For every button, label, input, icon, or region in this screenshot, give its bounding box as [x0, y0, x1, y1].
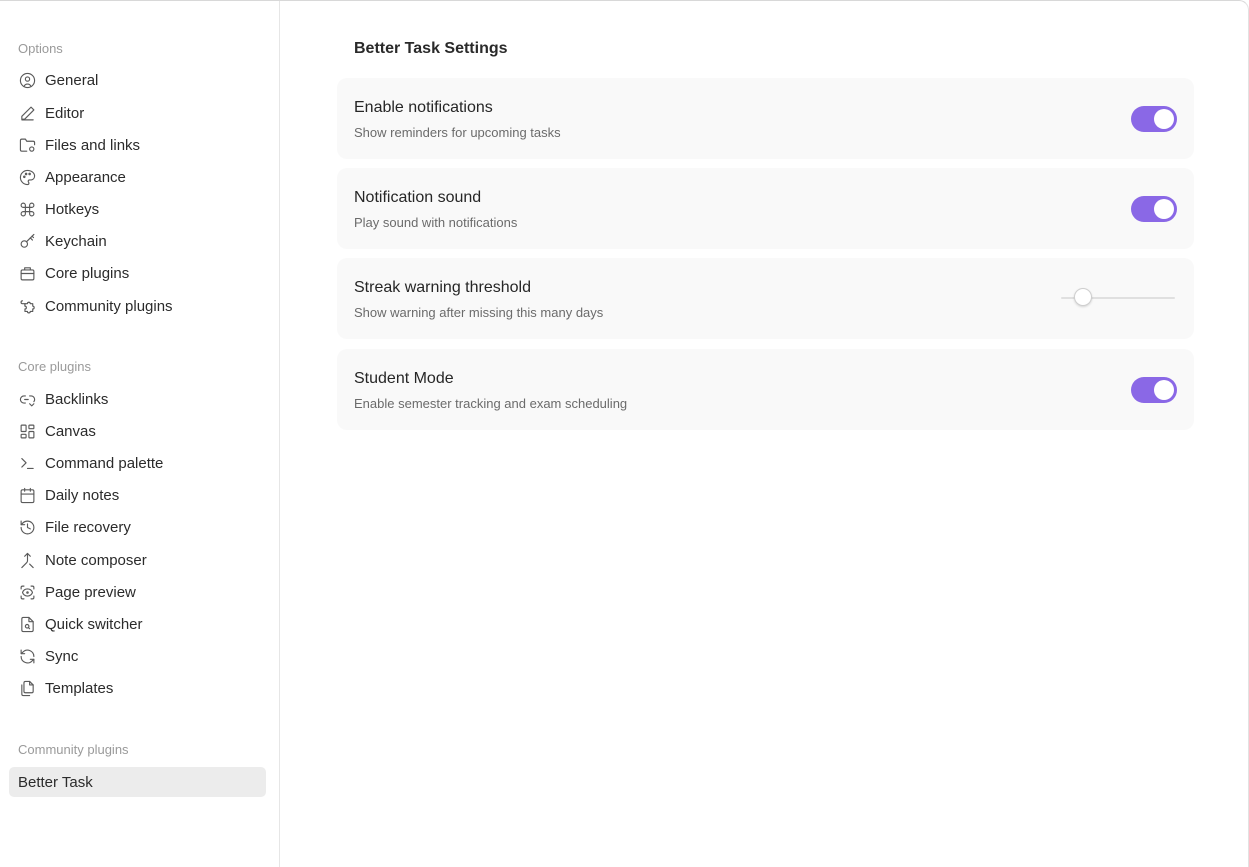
- sidebar-item-label: Editor: [45, 104, 85, 122]
- sidebar-item-label: Keychain: [45, 232, 107, 250]
- sidebar-item-command-palette[interactable]: Command palette: [9, 448, 266, 478]
- sidebar-item-label: Files and links: [45, 136, 141, 154]
- sidebar-item-backlinks[interactable]: Backlinks: [9, 384, 266, 414]
- sidebar-item-label: Better Task: [18, 773, 93, 791]
- sidebar-item-label: Sync: [45, 647, 79, 665]
- sidebar-item-page-preview[interactable]: Page preview: [9, 577, 266, 607]
- history-icon: [18, 518, 36, 536]
- setting-name: Streak warning threshold: [354, 279, 531, 296]
- setting-description: Play sound with notifications: [354, 215, 518, 230]
- community-plugins-section-title: Community plugins: [18, 742, 129, 757]
- sidebar-item-label: General: [45, 71, 99, 89]
- refresh-icon: [18, 647, 36, 665]
- key-icon: [18, 232, 36, 250]
- folder-cog-icon: [18, 136, 36, 154]
- sidebar-item-canvas[interactable]: Canvas: [9, 416, 266, 446]
- settings-content: Better Task Settings Enable notification…: [281, 1, 1248, 867]
- puzzle-icon: [18, 297, 36, 315]
- page-title: Better Task Settings: [354, 40, 508, 57]
- sidebar-item-label: Quick switcher: [45, 615, 143, 633]
- file-search-icon: [18, 615, 36, 633]
- sidebar-item-label: Templates: [45, 679, 114, 697]
- terminal-icon: [18, 454, 36, 472]
- sidebar-item-community-plugins[interactable]: Community plugins: [9, 291, 266, 321]
- streak-threshold-slider[interactable]: [1061, 288, 1175, 308]
- sidebar-item-daily-notes[interactable]: Daily notes: [9, 480, 266, 510]
- backlink-icon: [18, 390, 36, 408]
- sidebar-item-label: Command palette: [45, 454, 164, 472]
- settings-sidebar: Options General Editor Files and links A…: [0, 1, 280, 867]
- setting-name: Notification sound: [354, 189, 482, 206]
- setting-notification-sound: Notification sound Play sound with notif…: [337, 168, 1194, 249]
- sidebar-item-core-plugins[interactable]: Core plugins: [9, 258, 266, 288]
- settings-window: Options General Editor Files and links A…: [0, 0, 1249, 867]
- setting-enable-notifications: Enable notifications Show reminders for …: [337, 78, 1194, 159]
- sidebar-item-label: Hotkeys: [45, 200, 100, 218]
- merge-icon: [18, 551, 36, 569]
- sidebar-item-label: Daily notes: [45, 486, 120, 504]
- toggle-knob: [1154, 380, 1174, 400]
- core-plugins-section-title: Core plugins: [18, 359, 91, 374]
- layout-grid-icon: [18, 422, 36, 440]
- sidebar-item-templates[interactable]: Templates: [9, 673, 266, 703]
- sidebar-item-label: Community plugins: [45, 297, 173, 315]
- options-section-title: Options: [18, 41, 63, 56]
- command-icon: [18, 200, 36, 218]
- briefcase-icon: [18, 264, 36, 282]
- setting-description: Show reminders for upcoming tasks: [354, 125, 561, 140]
- notification-sound-toggle[interactable]: [1131, 196, 1177, 222]
- sidebar-item-sync[interactable]: Sync: [9, 641, 266, 671]
- sidebar-item-label: File recovery: [45, 518, 131, 536]
- sidebar-item-label: Appearance: [45, 168, 126, 186]
- student-mode-toggle[interactable]: [1131, 377, 1177, 403]
- sidebar-item-quick-switcher[interactable]: Quick switcher: [9, 609, 266, 639]
- sidebar-item-keychain[interactable]: Keychain: [9, 226, 266, 256]
- pencil-icon: [18, 104, 36, 122]
- sidebar-item-editor[interactable]: Editor: [9, 98, 266, 128]
- setting-name: Enable notifications: [354, 99, 493, 116]
- slider-thumb[interactable]: [1074, 288, 1092, 306]
- scan-eye-icon: [18, 583, 36, 601]
- sidebar-item-label: Note composer: [45, 551, 147, 569]
- sidebar-item-appearance[interactable]: Appearance: [9, 162, 266, 192]
- setting-description: Enable semester tracking and exam schedu…: [354, 396, 628, 411]
- toggle-knob: [1154, 109, 1174, 129]
- sidebar-item-note-composer[interactable]: Note composer: [9, 545, 266, 575]
- sidebar-item-files-and-links[interactable]: Files and links: [9, 130, 266, 160]
- sidebar-item-general[interactable]: General: [9, 65, 266, 95]
- sidebar-item-file-recovery[interactable]: File recovery: [9, 512, 266, 542]
- sidebar-item-hotkeys[interactable]: Hotkeys: [9, 194, 266, 224]
- palette-icon: [18, 168, 36, 186]
- sidebar-item-label: Core plugins: [45, 264, 130, 282]
- setting-description: Show warning after missing this many day…: [354, 305, 604, 320]
- sidebar-item-better-task[interactable]: Better Task: [9, 767, 266, 797]
- sidebar-item-label: Page preview: [45, 583, 136, 601]
- user-circle-icon: [18, 71, 36, 89]
- enable-notifications-toggle[interactable]: [1131, 106, 1177, 132]
- setting-streak-warning-threshold: Streak warning threshold Show warning af…: [337, 258, 1194, 339]
- setting-name: Student Mode: [354, 370, 454, 387]
- calendar-icon: [18, 486, 36, 504]
- sidebar-item-label: Backlinks: [45, 390, 109, 408]
- files-icon: [18, 679, 36, 697]
- toggle-knob: [1154, 199, 1174, 219]
- sidebar-item-label: Canvas: [45, 422, 96, 440]
- setting-student-mode: Student Mode Enable semester tracking an…: [337, 349, 1194, 430]
